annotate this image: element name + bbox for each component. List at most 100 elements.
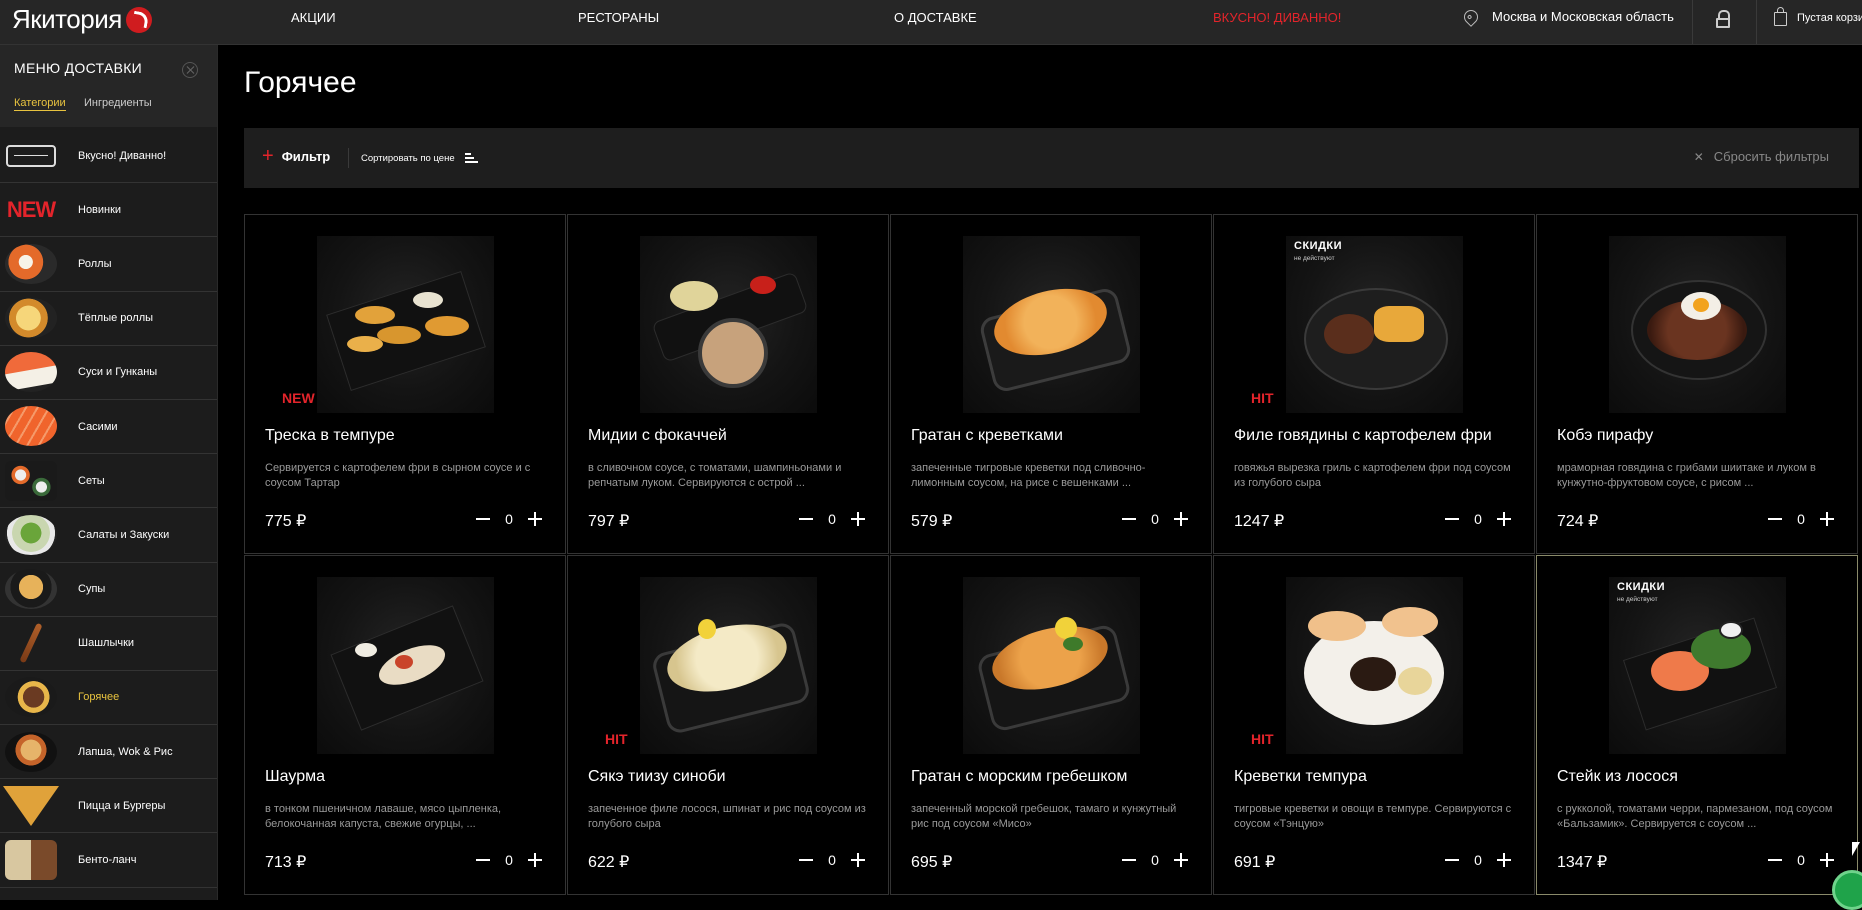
product-title[interactable]: Филе говядины с картофелем фри [1234, 427, 1492, 445]
sidebar-item-sashimi[interactable]: Сасими [0, 400, 217, 455]
tab-categories[interactable]: Категории [14, 97, 66, 111]
sidebar-item-label: Лапша, Wok & Рис [78, 745, 173, 758]
sidebar-item-rolls[interactable]: Роллы [0, 237, 217, 292]
logo[interactable]: Якитория [12, 4, 152, 35]
increase-quantity-button[interactable] [848, 850, 868, 870]
decrease-quantity-button[interactable] [1765, 850, 1785, 870]
quantity-value: 0 [1797, 852, 1805, 868]
sidebar-item-label: Пицца и Бургеры [78, 799, 166, 812]
bento-icon [5, 839, 57, 880]
product-image[interactable] [640, 236, 817, 413]
sidebar-item-noodles[interactable]: Лапша, Wok & Рис [0, 725, 217, 780]
increase-quantity-button[interactable] [1494, 509, 1514, 529]
product-title[interactable]: Гратан с креветками [911, 427, 1063, 445]
product-image[interactable] [1609, 236, 1786, 413]
sidebar-item-bento[interactable]: Бенто-ланч [0, 833, 217, 888]
nav-link-vkusno-divanno[interactable]: ВКУСНО! ДИВАННО! [1213, 10, 1341, 25]
tab-ingredients[interactable]: Ингредиенты [84, 97, 152, 109]
sidebar-item-label: Сеты [78, 474, 105, 487]
product-card[interactable]: Гратан с морским гребешком запеченный мо… [890, 555, 1212, 895]
product-card[interactable]: Кобэ пирафу мраморная говядина с грибами… [1536, 214, 1858, 554]
product-price: 579 ₽ [911, 513, 953, 530]
product-image[interactable] [963, 577, 1140, 754]
product-image[interactable]: СКИДКИ не действуют [1609, 577, 1786, 754]
sidebar-item-hot-dishes[interactable]: Горячее [0, 671, 217, 726]
sort-by-price-button[interactable]: Сортировать по цене [361, 153, 478, 164]
increase-quantity-button[interactable] [1171, 850, 1191, 870]
logo-mark-icon [125, 6, 152, 33]
sidebar-item-skewers[interactable]: Шашлычки [0, 617, 217, 671]
product-card[interactable]: HIT Креветки темпура тигровые креветки и… [1213, 555, 1535, 895]
product-card[interactable]: СКИДКИ не действуют HIT Филе говядины с к… [1213, 214, 1535, 554]
decrease-quantity-button[interactable] [796, 850, 816, 870]
product-image[interactable]: СКИДКИ не действуют [1286, 236, 1463, 413]
sidebar-item-warm-rolls[interactable]: Тёплые роллы [0, 292, 217, 346]
product-title[interactable]: Сякэ тиизу синоби [588, 768, 726, 786]
sidebar-item-vkusno-divanno[interactable]: Вкусно! Диванно! [0, 129, 217, 184]
product-card[interactable]: СКИДКИ не действуют Стейк из лосося с рук… [1536, 555, 1858, 895]
sidebar-item-label: Супы [78, 583, 106, 596]
nav-link-delivery-info[interactable]: О ДОСТАВКЕ [894, 10, 977, 25]
reset-label: Сбросить фильтры [1713, 149, 1829, 164]
product-image[interactable] [640, 577, 817, 754]
product-image[interactable] [1286, 577, 1463, 754]
cart-button[interactable]: Пустая корзина [1774, 7, 1862, 26]
increase-quantity-button[interactable] [1494, 850, 1514, 870]
sidebar-item-salads[interactable]: Салаты и Закуски [0, 508, 217, 563]
product-price: 695 ₽ [911, 854, 953, 871]
product-title[interactable]: Кобэ пирафу [1557, 427, 1653, 445]
product-card[interactable]: NEW Треска в темпуре Сервируется с карто… [244, 214, 566, 554]
sidebar-item-sets[interactable]: Сеты [0, 454, 217, 509]
close-icon[interactable] [182, 62, 198, 78]
product-description: в тонком пшеничном лаваше, мясо цыпленка… [265, 803, 502, 830]
hit-badge: HIT [1251, 731, 1274, 747]
decrease-quantity-button[interactable] [473, 850, 493, 870]
increase-quantity-button[interactable] [1171, 509, 1191, 529]
sidebar-item-label: Суси и Гунканы [78, 366, 158, 379]
location-selector[interactable]: Москва и Московская область [1461, 6, 1674, 27]
product-description: мраморная говядина с грибами шиитаке и л… [1557, 462, 1816, 489]
sidebar-item-pizza-burgers[interactable]: Пицца и Бургеры [0, 779, 217, 834]
sidebar-item-soups[interactable]: Супы [0, 563, 217, 617]
decrease-quantity-button[interactable] [1442, 509, 1462, 529]
product-card[interactable]: Мидии с фокаччей в сливочном соусе, с то… [567, 214, 889, 554]
lock-icon[interactable] [1716, 10, 1730, 28]
nav-link-promotions[interactable]: АКЦИИ [291, 10, 336, 25]
nav-link-restaurants[interactable]: РЕСТОРАНЫ [578, 10, 659, 25]
product-image[interactable] [317, 236, 494, 413]
decrease-quantity-button[interactable] [796, 509, 816, 529]
product-image[interactable] [317, 577, 494, 754]
product-title[interactable]: Мидии с фокаччей [588, 427, 727, 445]
product-title[interactable]: Треска в темпуре [265, 427, 395, 445]
product-title[interactable]: Креветки темпура [1234, 768, 1367, 786]
increase-quantity-button[interactable] [1817, 850, 1837, 870]
product-title[interactable]: Шаурма [265, 768, 325, 786]
decrease-quantity-button[interactable] [1119, 509, 1139, 529]
sidebar-item-sushi[interactable]: Суси и Гунканы [0, 346, 217, 400]
increase-quantity-button[interactable] [525, 509, 545, 529]
increase-quantity-button[interactable] [1817, 509, 1837, 529]
increase-quantity-button[interactable] [525, 850, 545, 870]
product-title[interactable]: Гратан с морским гребешком [911, 768, 1127, 786]
decrease-quantity-button[interactable] [1765, 509, 1785, 529]
quantity-stepper: 0 [473, 850, 545, 870]
filter-button[interactable]: + Фильтр [262, 146, 330, 166]
product-price: 713 ₽ [265, 854, 307, 871]
product-card[interactable]: Гратан с креветками запеченные тигровые … [890, 214, 1212, 554]
product-card[interactable]: HIT Сякэ тиизу синоби запеченное филе ло… [567, 555, 889, 895]
hit-badge: HIT [605, 731, 628, 747]
decrease-quantity-button[interactable] [1119, 850, 1139, 870]
sidebar-item-new[interactable]: NEW Новинки [0, 183, 217, 238]
decrease-quantity-button[interactable] [1442, 850, 1462, 870]
reset-filters-button[interactable]: ✕ Сбросить фильтры [1694, 149, 1829, 164]
increase-quantity-button[interactable] [848, 509, 868, 529]
quantity-value: 0 [505, 511, 513, 527]
quantity-value: 0 [1797, 511, 1805, 527]
product-card[interactable]: Шаурма в тонком пшеничном лаваше, мясо ц… [244, 555, 566, 895]
decrease-quantity-button[interactable] [473, 509, 493, 529]
sort-icon [464, 153, 478, 164]
chat-widget-button[interactable] [1832, 870, 1862, 910]
product-title[interactable]: Стейк из лосося [1557, 768, 1678, 786]
product-image[interactable] [963, 236, 1140, 413]
page-title: Горячее [244, 66, 357, 99]
